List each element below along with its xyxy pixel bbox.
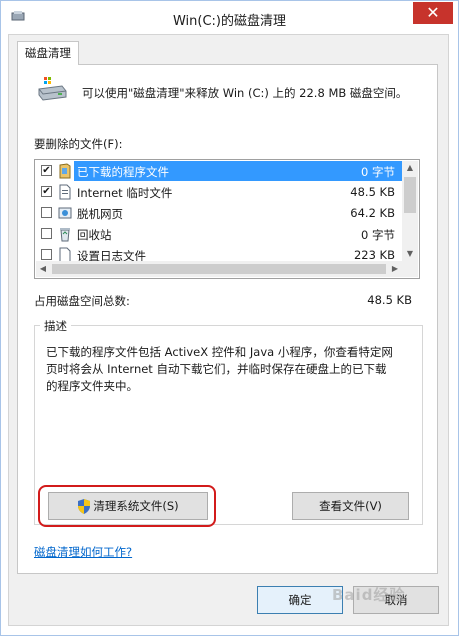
description-line: 的程序文件夹中。 — [46, 379, 138, 393]
file-size: 48.5 KB — [350, 185, 395, 199]
file-name: 脱机网页 — [77, 207, 123, 221]
recycle-bin-icon — [60, 228, 70, 242]
description-legend: 描述 — [40, 318, 71, 334]
list-item[interactable]: ✔ 已下载的程序文件 0 字节 — [36, 161, 403, 181]
horizontal-scroll-thumb[interactable] — [52, 264, 386, 274]
window-title: Win(C:)的磁盘清理 — [172, 14, 287, 29]
checkbox-checked[interactable]: ✔ — [41, 186, 52, 197]
files-to-delete-label: 要删除的文件(F): — [34, 137, 123, 151]
scroll-up-arrow-icon[interactable]: ▲ — [402, 161, 418, 175]
scrollbar-corner — [402, 261, 418, 277]
view-files-button[interactable]: 查看文件(V) — [292, 492, 409, 520]
clean-system-files-button[interactable]: 清理系统文件(S) — [48, 492, 208, 520]
scroll-right-arrow-icon[interactable]: ▶ — [388, 262, 402, 276]
how-disk-cleanup-works-link[interactable]: 磁盘清理如何工作? — [34, 544, 132, 560]
horizontal-scrollbar[interactable]: ◀ ▶ — [36, 261, 402, 277]
total-space-label: 占用磁盘空间总数: — [34, 294, 130, 308]
description-text: 已下载的程序文件包括 ActiveX 控件和 Java 小程序，你查看特定网 页… — [46, 344, 418, 395]
total-space-value: 48.5 KB — [367, 293, 412, 307]
checkbox-unchecked[interactable] — [41, 228, 52, 239]
description-line: 已下载的程序文件包括 ActiveX 控件和 Java 小程序，你查看特定网 — [46, 345, 393, 359]
file-size: 64.2 KB — [350, 206, 395, 220]
scroll-left-arrow-icon[interactable]: ◀ — [36, 262, 50, 276]
files-to-delete-list[interactable]: ✔ 已下载的程序文件 0 字节 ✔ Internet 临时文件 48.5 KB … — [34, 159, 420, 279]
file-name: 回收站 — [77, 228, 112, 242]
uac-shield-icon — [78, 499, 90, 514]
temp-internet-files-icon — [59, 184, 71, 200]
close-button[interactable]: ✕ — [413, 2, 453, 24]
hard-drive-icon — [38, 77, 67, 101]
checkbox-unchecked[interactable] — [41, 249, 52, 260]
clean-system-files-label: 清理系统文件(S) — [93, 499, 179, 513]
file-size: 0 字节 — [361, 228, 395, 242]
file-name: Internet 临时文件 — [77, 186, 173, 200]
watermark: Baid经验 — [332, 586, 406, 604]
downloaded-program-files-icon — [59, 163, 71, 179]
offline-webpages-icon — [58, 207, 72, 219]
list-item[interactable]: ✔ Internet 临时文件 48.5 KB — [36, 182, 403, 202]
vertical-scroll-thumb[interactable] — [404, 177, 416, 213]
list-item[interactable]: 回收站 0 字节 — [36, 224, 403, 244]
tab-disk-cleanup[interactable]: 磁盘清理 — [17, 41, 79, 65]
title-bar[interactable]: Win(C:)的磁盘清理 ✕ — [1, 1, 458, 35]
checkbox-unchecked[interactable] — [41, 207, 52, 218]
vertical-scrollbar[interactable]: ▲ ▼ — [402, 161, 418, 261]
checkbox-checked[interactable]: ✔ — [41, 165, 52, 176]
intro-text: 可以使用"磁盘清理"来释放 Win (C:) 上的 22.8 MB 磁盘空间。 — [82, 86, 408, 100]
file-size: 223 KB — [353, 248, 395, 262]
file-size: 0 字节 — [361, 165, 395, 179]
file-name: 已下载的程序文件 — [77, 165, 169, 179]
scroll-down-arrow-icon[interactable]: ▼ — [402, 247, 418, 261]
description-line: 页时将会从 Internet 自动下载它们，并临时保存在硬盘上的已下载 — [46, 362, 387, 376]
list-item[interactable]: 脱机网页 64.2 KB — [36, 203, 403, 223]
ok-button[interactable]: 确定 — [257, 586, 343, 614]
